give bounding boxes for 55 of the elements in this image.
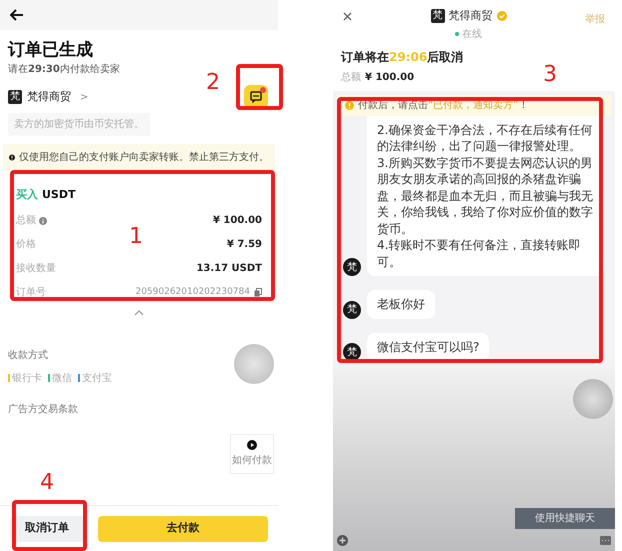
- field-label: 总额: [16, 214, 36, 228]
- info-icon[interactable]: [39, 216, 47, 224]
- annotation-frame: [236, 64, 283, 110]
- cancel-button[interactable]: 取消订单: [10, 516, 84, 542]
- cancel-countdown: 订单将在29:06后取消: [341, 48, 464, 66]
- quick-chat-icon[interactable]: [600, 536, 611, 544]
- trade-side: 买入: [16, 187, 38, 203]
- message-text: 3.所购买数字货币不要提去网恋认识的男朋友女朋友承诺的高回报的杀猪盘诈骗盘，最终都是血本无归，而且被骗与我无关，你给我钱，我给了你对应价值的数字货币。: [377, 154, 594, 237]
- page-title: 订单已生成: [8, 39, 94, 62]
- field-label: 订单号: [16, 286, 46, 300]
- field-label: 价格: [16, 238, 36, 252]
- quick-chat-tooltip: 使用快捷聊天: [515, 508, 615, 529]
- field-value: 20590262010202230784: [135, 286, 250, 299]
- message-text: 4.转账时不要有任何备注，直接转账即可。: [377, 237, 582, 270]
- annotation-number: 1: [129, 226, 143, 248]
- payment-deadline: 请在29:30内付款给卖家: [8, 62, 121, 77]
- annotation-number: 3: [543, 64, 557, 86]
- merchant-note: 卖方的加密货币由币安托管。: [8, 113, 150, 136]
- merchant-name: 梵得商贸: [448, 8, 492, 24]
- pay-button[interactable]: 去付款: [98, 516, 268, 542]
- message-text: 微信支付宝可以吗?: [377, 338, 480, 355]
- chat-icon: [250, 91, 262, 103]
- message-text: 2.确保资金干净合法，不存在后续有任何的法律纠纷，出了问题一律报警处理。: [377, 122, 594, 154]
- back-arrow-icon[interactable]: [10, 9, 24, 21]
- section-title: 收款方式: [8, 348, 49, 362]
- annotation-number: 2: [206, 72, 220, 94]
- alert-icon: [345, 100, 354, 110]
- sender-avatar: 梵: [343, 258, 361, 276]
- merchant-name[interactable]: 梵得商贸: [27, 88, 71, 106]
- payment-method: 支付宝: [82, 372, 112, 386]
- asset-name: USDT: [42, 187, 76, 203]
- merchant-logo: 梵: [430, 9, 444, 24]
- field-value: ¥ 7.59: [226, 238, 262, 252]
- sender-avatar: 梵: [343, 300, 361, 318]
- message-text: 老板你好: [377, 296, 425, 312]
- field-label: 总额: [341, 70, 361, 84]
- field-value: ¥ 100.00: [212, 214, 262, 228]
- payment-method: 银行卡: [12, 372, 42, 386]
- online-status: 在线: [462, 28, 482, 42]
- warning-text: 仅使用您自己的支付账户向卖家转账。禁止第三方支付。: [19, 150, 269, 165]
- collapse-icon[interactable]: [134, 310, 144, 316]
- copy-icon[interactable]: [254, 288, 262, 297]
- video-guide-button[interactable]: 如何付款: [230, 434, 274, 474]
- field-value: 13.17 USDT: [196, 262, 262, 276]
- payment-method: 微信: [52, 372, 72, 386]
- play-icon: [247, 440, 257, 450]
- field-label: 接收数量: [16, 262, 56, 276]
- chevron-icon: >: [80, 90, 88, 104]
- field-value: ¥ 100.00: [365, 70, 414, 84]
- annotation-number: 4: [40, 472, 54, 494]
- section-title: 广告方交易条款: [8, 402, 79, 416]
- merchant-logo: 梵: [8, 90, 22, 104]
- alert-icon: [9, 153, 15, 162]
- add-icon[interactable]: [337, 534, 348, 546]
- close-icon[interactable]: [343, 12, 352, 21]
